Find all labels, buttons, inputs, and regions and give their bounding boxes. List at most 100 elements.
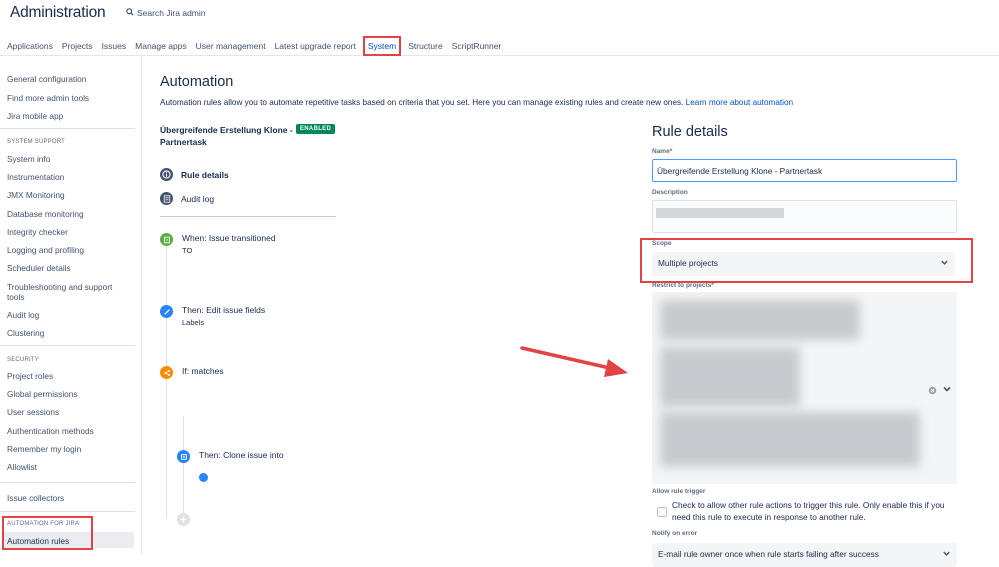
learn-more-link[interactable]: Learn more about automation [686, 98, 793, 107]
branch-icon [160, 366, 173, 379]
list-icon [160, 192, 173, 205]
clone-icon [177, 450, 190, 463]
sidebar-item-global-permissions[interactable]: Global permissions [7, 389, 78, 399]
blurred-content [660, 412, 920, 467]
sidebar-item-database-monitoring[interactable]: Database monitoring [7, 209, 84, 219]
tab-user-management[interactable]: User management [196, 39, 266, 53]
tab-manage-apps[interactable]: Manage apps [135, 39, 187, 53]
blurred-content [660, 347, 800, 407]
page-title: Automation [160, 74, 234, 90]
flow-step-title: If: matches [182, 366, 224, 376]
menu-divider [160, 216, 336, 217]
flow-connector-branch [183, 416, 184, 516]
search-placeholder: Search Jira admin [137, 8, 206, 18]
flow-step-title: Then: Clone issue into [199, 450, 284, 460]
menu-audit-log[interactable]: Audit log [160, 192, 214, 205]
sidebar-item-remember-my-login[interactable]: Remember my login [7, 444, 81, 454]
page-description: Automation rules allow you to automate r… [160, 98, 793, 107]
description-field[interactable] [652, 200, 957, 233]
sidebar-item-scheduler-details[interactable]: Scheduler details [7, 263, 71, 273]
tab-projects[interactable]: Projects [62, 39, 93, 53]
flow-connector [166, 378, 167, 518]
sidebar-item-user-sessions[interactable]: User sessions [7, 407, 59, 417]
tab-structure[interactable]: Structure [408, 39, 443, 53]
flow-step-condition[interactable]: If: matches [160, 366, 224, 379]
admin-search[interactable]: Search Jira admin [126, 8, 206, 18]
sidebar-item-jira-mobile-app[interactable]: Jira mobile app [7, 111, 63, 121]
restrict-label-text: Restrict to projects [652, 282, 712, 289]
chevron-down-icon [942, 549, 951, 560]
rule-name-field[interactable]: Übergreifende Erstellung Klone - Partner… [652, 159, 957, 182]
sidebar-item-allowlist[interactable]: Allowlist [7, 462, 37, 472]
scope-label: Scope [652, 240, 672, 247]
chevron-down-icon[interactable] [942, 381, 952, 399]
admin-nav: Applications Projects Issues Manage apps… [0, 35, 999, 56]
flow-step-trigger[interactable]: When: Issue transitioned TO [160, 233, 276, 255]
notify-label: Notify on error [652, 530, 698, 537]
red-arrow-annotation [520, 346, 628, 377]
sidebar-item-integrity-checker[interactable]: Integrity checker [7, 227, 68, 237]
sidebar-item-system-info[interactable]: System info [7, 154, 50, 164]
allow-trigger-label: Allow rule trigger [652, 488, 706, 495]
description-label: Description [652, 189, 688, 196]
sidebar-item-authentication-methods[interactable]: Authentication methods [7, 426, 94, 436]
flow-step-sub: TO [182, 246, 193, 255]
notify-value: E-mail rule owner once when rule starts … [658, 549, 879, 559]
pencil-icon [160, 305, 173, 318]
tab-scriptrunner[interactable]: ScriptRunner [452, 39, 502, 53]
sidebar-divider [0, 511, 135, 512]
sidebar-item-general-configuration[interactable]: General configuration [7, 74, 86, 84]
clear-icon[interactable] [928, 382, 937, 400]
flow-connector [166, 246, 167, 310]
sidebar-item-instrumentation[interactable]: Instrumentation [7, 172, 64, 182]
admin-sidebar [0, 57, 142, 554]
tab-latest-upgrade-report[interactable]: Latest upgrade report [275, 39, 356, 53]
required-marker: * [711, 282, 714, 289]
sidebar-item-issue-collectors[interactable]: Issue collectors [7, 493, 64, 503]
flow-step-title: When: Issue transitioned [182, 233, 276, 243]
name-label-text: Name [652, 148, 670, 155]
allow-trigger-checkbox[interactable] [657, 507, 667, 517]
blurred-text [656, 208, 784, 218]
tab-system[interactable]: System [362, 35, 402, 56]
project-avatar-icon [199, 473, 208, 482]
flow-step-title: Then: Edit issue fields [182, 305, 266, 315]
info-icon [160, 168, 173, 181]
menu-audit-log-label: Audit log [181, 193, 215, 204]
name-label: Name* [652, 148, 672, 155]
menu-rule-details[interactable]: Rule details [160, 168, 229, 181]
blurred-content [660, 300, 860, 340]
chevron-down-icon [940, 258, 949, 269]
sidebar-heading-system-support: SYSTEM SUPPORT [7, 139, 66, 145]
status-badge: ENABLED [296, 124, 336, 134]
sidebar-item-audit-log[interactable]: Audit log [7, 310, 39, 320]
sidebar-divider [0, 482, 135, 483]
sidebar-item-find-more-admin-tools[interactable]: Find more admin tools [7, 93, 89, 103]
menu-rule-details-label: Rule details [181, 169, 229, 180]
scope-value: Multiple projects [658, 258, 718, 268]
flow-step-clone[interactable]: Then: Clone issue into [177, 450, 284, 463]
trigger-icon [160, 233, 173, 246]
sidebar-divider [0, 128, 135, 129]
restrict-label: Restrict to projects* [652, 282, 714, 289]
sidebar-item-troubleshooting[interactable]: Troubleshooting and support tools [7, 282, 127, 302]
sidebar-item-project-roles[interactable]: Project roles [7, 371, 53, 381]
tab-applications[interactable]: Applications [7, 39, 53, 53]
allow-trigger-text: Check to allow other rule actions to tri… [672, 500, 945, 522]
flow-step-edit[interactable]: Then: Edit issue fields Labels [160, 305, 265, 327]
add-step-icon[interactable] [177, 513, 190, 526]
app-title: Administration [10, 4, 106, 21]
sidebar-item-jmx-monitoring[interactable]: JMX Monitoring [7, 190, 65, 200]
tab-issues[interactable]: Issues [102, 39, 127, 53]
description-text: Automation rules allow you to automate r… [160, 98, 684, 107]
scope-select[interactable]: Multiple projects [652, 252, 955, 276]
highlight-box-automation [2, 516, 93, 550]
notify-select[interactable]: E-mail rule owner once when rule starts … [652, 543, 957, 567]
search-icon [126, 8, 134, 18]
flow-step-sub: Labels [182, 318, 205, 327]
restrict-projects-select[interactable] [652, 292, 957, 484]
sidebar-item-logging-and-profiling[interactable]: Logging and profiling [7, 245, 84, 255]
sidebar-item-clustering[interactable]: Clustering [7, 328, 44, 338]
sidebar-divider [0, 345, 135, 346]
required-marker: * [669, 148, 673, 155]
